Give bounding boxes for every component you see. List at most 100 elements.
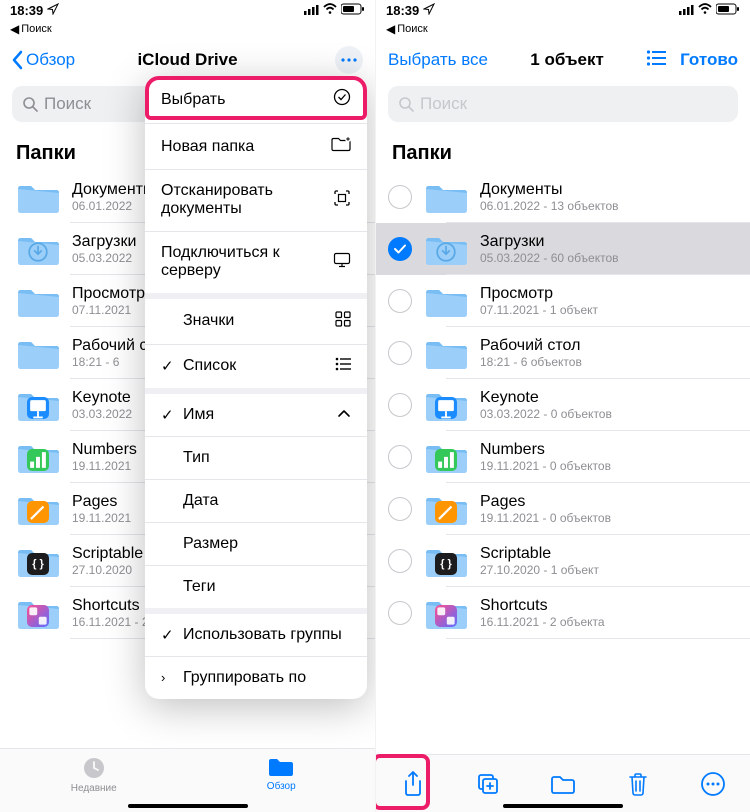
list-item[interactable]: Shortcuts16.11.2021 - 2 объекта [376,587,750,639]
status-time: 18:39 [10,3,43,18]
checkbox-empty[interactable] [388,393,412,417]
folder-icon [424,179,468,215]
list-item[interactable]: Рабочий стол18:21 - 6 объектов [376,327,750,379]
trash-icon [627,772,649,796]
checkbox-empty[interactable] [388,289,412,313]
move-button[interactable] [538,762,588,806]
chevron-left-icon: ◀ [10,22,19,36]
folder-name: Рабочий стол [480,337,734,355]
location-icon [423,3,435,18]
signal-icon [304,3,319,18]
folder-name: Pages [480,493,734,511]
chevron-left-icon [12,50,24,70]
chevron-left-icon: ◀ [386,22,395,36]
list-item[interactable]: { }Scriptable27.10.2020 - 1 объект [376,535,750,587]
menu-sort-name[interactable]: ✓Имя [145,394,367,437]
list-item[interactable]: Numbers19.11.2021 - 0 объектов [376,431,750,483]
folder-name: Просмотр [480,285,734,303]
checkbox-empty[interactable] [388,445,412,469]
menu-sort-date[interactable]: Дата [145,480,367,523]
folder-meta: 07.11.2021 - 1 объект [480,303,734,317]
search-field[interactable] [388,86,738,122]
list-item[interactable]: Документы06.01.2022 - 13 объектов [376,171,750,223]
context-menu: Выбрать Новая папка Отсканировать докуме… [145,76,367,699]
menu-scan-docs[interactable]: Отсканировать документы [145,170,367,232]
home-indicator[interactable] [503,804,623,808]
menu-view-list[interactable]: ✓Список [145,345,367,394]
folder-name: Numbers [480,441,734,459]
more-button[interactable] [688,762,738,806]
list-item[interactable]: Keynote03.03.2022 - 0 объектов [376,379,750,431]
more-button[interactable] [335,46,363,74]
checkbox-checked[interactable] [388,237,412,261]
menu-select[interactable]: Выбрать [145,76,367,124]
back-to-search[interactable]: ◀ Поиск [0,20,375,38]
chevron-up-icon [337,406,351,424]
back-to-search[interactable]: ◀ Поиск [376,20,750,38]
page-title: iCloud Drive [102,50,273,70]
folder-icon [424,283,468,319]
home-indicator[interactable] [128,804,248,808]
share-button[interactable] [388,762,438,806]
menu-connect-server[interactable]: Подключиться к серверу [145,232,367,299]
folder-meta: 19.11.2021 - 0 объектов [480,511,734,525]
display-icon [333,252,351,273]
checkbox-empty[interactable] [388,549,412,573]
tab-browse[interactable]: Обзор [246,755,316,792]
folder-icon: { } [424,543,468,579]
status-time: 18:39 [386,3,419,18]
folder-list-right: Документы06.01.2022 - 13 объектовЗагрузк… [376,171,750,754]
search-input[interactable] [420,94,728,114]
duplicate-button[interactable] [463,762,513,806]
bottom-tabbar: Недавние Обзор [0,748,375,812]
menu-sort-tags[interactable]: Теги [145,566,367,614]
tab-recents[interactable]: Недавние [59,755,129,794]
menu-new-folder[interactable]: Новая папка [145,124,367,170]
folder-icon [16,231,60,267]
list-item[interactable]: Просмотр07.11.2021 - 1 объект [376,275,750,327]
folder-icon [424,595,468,631]
list-item[interactable]: Загрузки05.03.2022 - 60 объектов [376,223,750,275]
checkmark-icon: ✓ [161,406,175,424]
section-folders-header: Папки [376,132,750,171]
folder-meta: 27.10.2020 - 1 объект [480,563,734,577]
list-icon [335,357,351,376]
checkbox-empty[interactable] [388,341,412,365]
folder-icon [267,755,295,779]
folder-icon [16,491,60,527]
folder-icon [424,335,468,371]
folder-name: Загрузки [480,233,734,251]
checkmark-icon: ✓ [161,626,175,644]
folder-meta: 16.11.2021 - 2 объекта [480,615,734,629]
menu-use-groups[interactable]: ✓Использовать группы [145,614,367,657]
checkbox-empty[interactable] [388,497,412,521]
checkbox-empty[interactable] [388,601,412,625]
ellipsis-circle-icon [700,771,726,797]
menu-sort-size[interactable]: Размер [145,523,367,566]
delete-button[interactable] [613,762,663,806]
list-toggle-button[interactable] [646,50,666,71]
folder-meta: 03.03.2022 - 0 объектов [480,407,734,421]
list-item[interactable]: Pages19.11.2021 - 0 объектов [376,483,750,535]
select-all-button[interactable]: Выбрать все [388,50,488,70]
selection-count: 1 объект [488,50,646,70]
wifi-icon [698,3,712,18]
battery-icon [341,2,365,19]
nav-back-button[interactable]: Обзор [12,50,75,70]
grid-icon [335,311,351,332]
folder-icon [550,773,576,795]
checkbox-empty[interactable] [388,185,412,209]
done-button[interactable]: Готово [680,50,738,70]
folder-icon [16,335,60,371]
screen-left: 18:39 ◀ Поиск Обзор iCloud Drive [0,0,375,812]
menu-sort-type[interactable]: Тип [145,437,367,480]
menu-view-icons[interactable]: Значки [145,299,367,345]
folder-icon [16,283,60,319]
share-icon [402,771,424,797]
checkmark-icon: ✓ [161,357,175,375]
clock-icon [81,755,107,781]
folder-meta: 19.11.2021 - 0 объектов [480,459,734,473]
folder-icon [16,387,60,423]
menu-group-by[interactable]: ›Группировать по [145,657,367,699]
folder-icon [16,595,60,631]
